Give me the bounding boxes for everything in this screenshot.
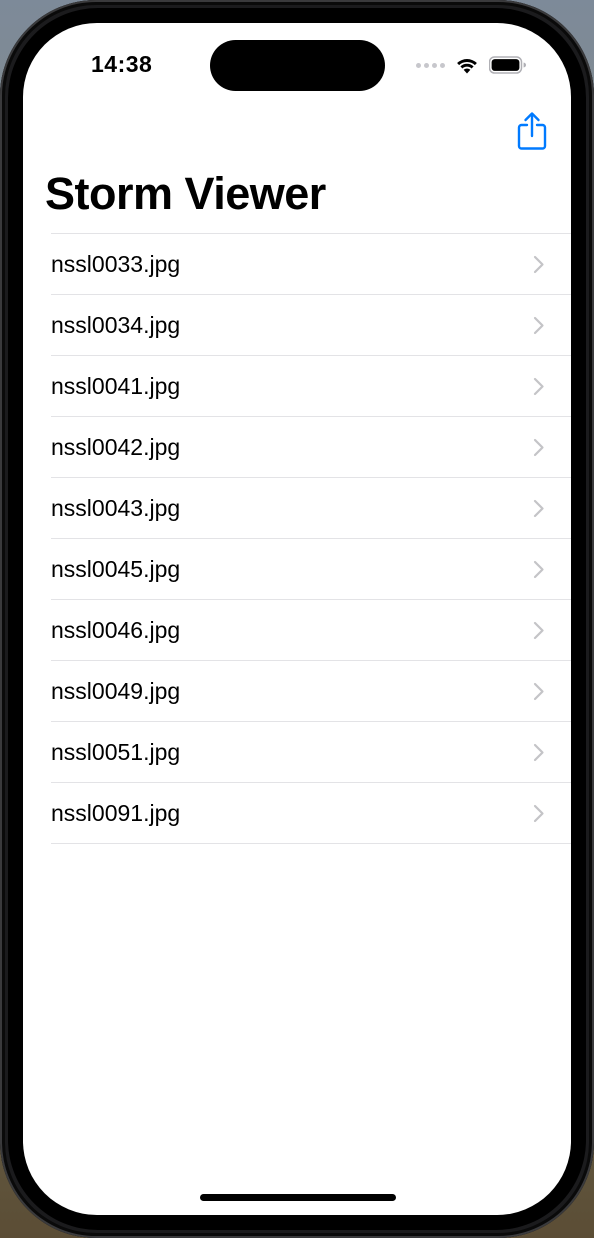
list-item[interactable]: nssl0045.jpg — [23, 539, 571, 600]
chevron-right-icon — [533, 316, 544, 335]
list-item[interactable]: nssl0041.jpg — [23, 356, 571, 417]
status-time: 14:38 — [91, 51, 153, 77]
chevron-right-icon — [533, 377, 544, 396]
list-item-label: nssl0045.jpg — [51, 556, 181, 582]
cellular-signal-icon — [416, 62, 445, 68]
chevron-right-icon — [533, 560, 544, 579]
chevron-right-icon — [533, 438, 544, 457]
list-item-label: nssl0043.jpg — [51, 495, 181, 521]
list-item[interactable]: nssl0034.jpg — [23, 295, 571, 356]
list-item-label: nssl0049.jpg — [51, 678, 181, 704]
list-item-label: nssl0046.jpg — [51, 617, 181, 643]
list-item[interactable]: nssl0033.jpg — [23, 234, 571, 295]
navigation-bar — [23, 105, 571, 157]
page-title: Storm Viewer — [45, 168, 326, 219]
list-item[interactable]: nssl0042.jpg — [23, 417, 571, 478]
chevron-right-icon — [533, 499, 544, 518]
chevron-right-icon — [533, 743, 544, 762]
app-screen: 14:38 Storm Viewer nssl0033.jpg nssl0034… — [23, 23, 571, 1215]
chevron-right-icon — [533, 682, 544, 701]
dynamic-island — [210, 40, 385, 91]
share-icon — [517, 112, 547, 150]
list-item[interactable]: nssl0049.jpg — [23, 661, 571, 722]
list-item-label: nssl0091.jpg — [51, 800, 181, 826]
chevron-right-icon — [533, 255, 544, 274]
row-divider — [51, 843, 571, 844]
list-item[interactable]: nssl0043.jpg — [23, 478, 571, 539]
list-item[interactable]: nssl0051.jpg — [23, 722, 571, 783]
battery-icon — [489, 56, 527, 74]
file-list: nssl0033.jpg nssl0034.jpg nssl0041.jpg n… — [23, 233, 571, 844]
list-item[interactable]: nssl0046.jpg — [23, 600, 571, 661]
list-item-label: nssl0041.jpg — [51, 373, 181, 399]
chevron-right-icon — [533, 804, 544, 823]
list-item-label: nssl0042.jpg — [51, 434, 181, 460]
list-item-label: nssl0033.jpg — [51, 251, 181, 277]
share-button[interactable] — [515, 111, 549, 151]
status-indicators — [416, 53, 527, 77]
list-item-label: nssl0051.jpg — [51, 739, 181, 765]
list-item[interactable]: nssl0091.jpg — [23, 783, 571, 844]
wifi-icon — [455, 56, 479, 74]
list-item-label: nssl0034.jpg — [51, 312, 181, 338]
home-indicator[interactable] — [200, 1194, 396, 1201]
chevron-right-icon — [533, 621, 544, 640]
